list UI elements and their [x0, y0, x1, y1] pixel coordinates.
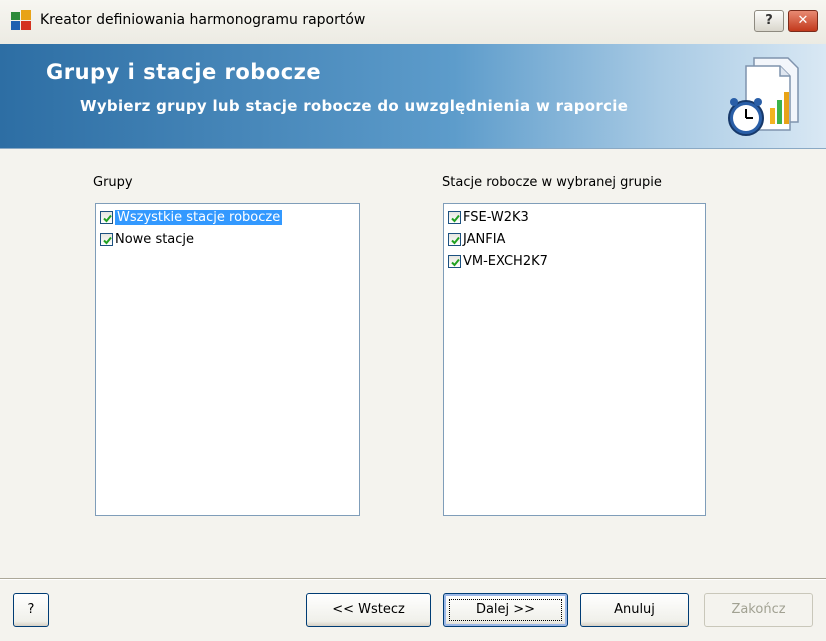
checkbox[interactable]	[448, 232, 461, 246]
app-logo-icon	[11, 10, 31, 30]
list-item-label: Nowe stacje	[115, 231, 195, 247]
list-item[interactable]: VM-EXCH2K7	[448, 251, 548, 271]
checkbox[interactable]	[100, 232, 113, 246]
close-button[interactable]: ✕	[788, 10, 818, 32]
check-icon	[103, 236, 112, 244]
cancel-button[interactable]: Anuluj	[580, 593, 689, 627]
check-icon	[451, 236, 460, 244]
report-clock-icon	[728, 57, 799, 136]
next-button[interactable]: Dalej >>	[443, 593, 568, 627]
header-banner: Grupy i stacje robocze Wybierz grupy lub…	[0, 44, 826, 149]
check-icon	[103, 214, 112, 222]
finish-button: Zakończ	[704, 593, 813, 627]
checkbox[interactable]	[448, 254, 461, 268]
list-item[interactable]: Nowe stacje	[100, 229, 194, 249]
back-button[interactable]: << Wstecz	[306, 593, 431, 627]
wizard-window: Kreator definiowania harmonogramu raport…	[0, 0, 826, 641]
stations-list[interactable]: FSE-W2K3 JANFIA VM-EXCH2K7	[443, 203, 706, 516]
stations-label: Stacje robocze w wybranej grupie	[442, 175, 662, 190]
checkbox[interactable]	[100, 210, 113, 224]
title-bar[interactable]: Kreator definiowania harmonogramu raport…	[0, 0, 826, 45]
list-item-label: JANFIA	[463, 231, 506, 247]
checkbox[interactable]	[448, 210, 461, 224]
page-title: Grupy i stacje robocze	[46, 60, 322, 84]
page-subtitle: Wybierz grupy lub stacje robocze do uwzg…	[80, 97, 629, 115]
footer-divider-highlight	[0, 579, 826, 580]
list-item[interactable]: FSE-W2K3	[448, 207, 529, 227]
list-item-label: VM-EXCH2K7	[463, 253, 548, 269]
help-button[interactable]: ?	[13, 593, 49, 627]
groups-label: Grupy	[93, 175, 133, 190]
list-item-label: Wszystkie stacje robocze	[115, 209, 283, 225]
title-help-button[interactable]: ?	[754, 10, 784, 32]
groups-list[interactable]: Wszystkie stacje robocze Nowe stacje	[95, 203, 360, 516]
check-icon	[451, 214, 460, 222]
window-title: Kreator definiowania harmonogramu raport…	[40, 12, 366, 28]
list-item-label: FSE-W2K3	[463, 209, 529, 225]
check-icon	[451, 258, 460, 266]
list-item[interactable]: Wszystkie stacje robocze	[100, 207, 283, 227]
list-item[interactable]: JANFIA	[448, 229, 505, 249]
focus-ring	[449, 599, 562, 621]
